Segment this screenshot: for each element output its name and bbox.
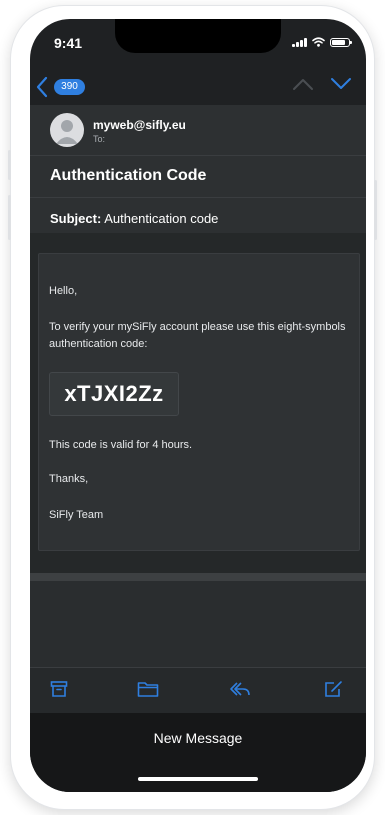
new-message-label[interactable]: New Message bbox=[30, 730, 366, 746]
phone-screen: 9:41 390 myweb@sifly.eu To: Authenticati… bbox=[30, 19, 366, 792]
notch bbox=[115, 19, 281, 53]
subject-line: Subject: Authentication code bbox=[50, 211, 218, 226]
signature-text: SiFly Team bbox=[49, 509, 104, 521]
reply-icon[interactable] bbox=[229, 680, 251, 698]
compose-icon[interactable] bbox=[324, 680, 344, 698]
greeting-text: Hello, bbox=[49, 285, 78, 297]
status-time: 9:41 bbox=[54, 35, 83, 51]
authentication-code[interactable]: xTJXI2Zz bbox=[49, 372, 179, 416]
to-label: To: bbox=[93, 134, 106, 144]
chevron-down-icon[interactable] bbox=[330, 77, 352, 91]
empty-area bbox=[30, 581, 366, 667]
divider bbox=[30, 197, 366, 198]
validity-text: This code is valid for 4 hours. bbox=[49, 439, 193, 451]
person-icon bbox=[56, 120, 78, 144]
side-button bbox=[374, 180, 377, 240]
email-title: Authentication Code bbox=[50, 167, 207, 184]
thanks-text: Thanks, bbox=[49, 473, 89, 485]
side-button bbox=[8, 195, 11, 240]
subject-label: Subject: bbox=[50, 211, 102, 226]
archive-icon[interactable] bbox=[50, 680, 68, 698]
battery-icon bbox=[330, 37, 352, 47]
bottom-toolbar bbox=[30, 667, 366, 713]
divider bbox=[30, 573, 366, 581]
avatar[interactable] bbox=[50, 113, 84, 147]
divider bbox=[30, 155, 366, 156]
inbox-count-badge[interactable]: 390 bbox=[54, 79, 85, 95]
nav-bar: 390 bbox=[30, 69, 366, 105]
folder-icon[interactable] bbox=[137, 680, 159, 698]
message-card: Hello, To verify your mySiFly account pl… bbox=[38, 253, 360, 551]
sender-address[interactable]: myweb@sifly.eu bbox=[93, 118, 186, 132]
chevron-left-icon[interactable] bbox=[36, 76, 48, 98]
email-body: Hello, To verify your mySiFly account pl… bbox=[30, 233, 366, 573]
instruction-text: To verify your mySiFly account please us… bbox=[49, 321, 346, 350]
new-message-sheet[interactable]: New Message bbox=[30, 713, 366, 792]
side-button bbox=[8, 150, 11, 180]
cellular-signal-icon bbox=[292, 37, 307, 47]
subject-value: Authentication code bbox=[104, 211, 219, 226]
home-indicator[interactable] bbox=[138, 777, 258, 781]
wifi-icon bbox=[312, 37, 325, 47]
chevron-up-icon[interactable] bbox=[292, 77, 314, 91]
email-header: myweb@sifly.eu To: Authentication Code S… bbox=[30, 105, 366, 233]
status-icons bbox=[292, 37, 352, 47]
